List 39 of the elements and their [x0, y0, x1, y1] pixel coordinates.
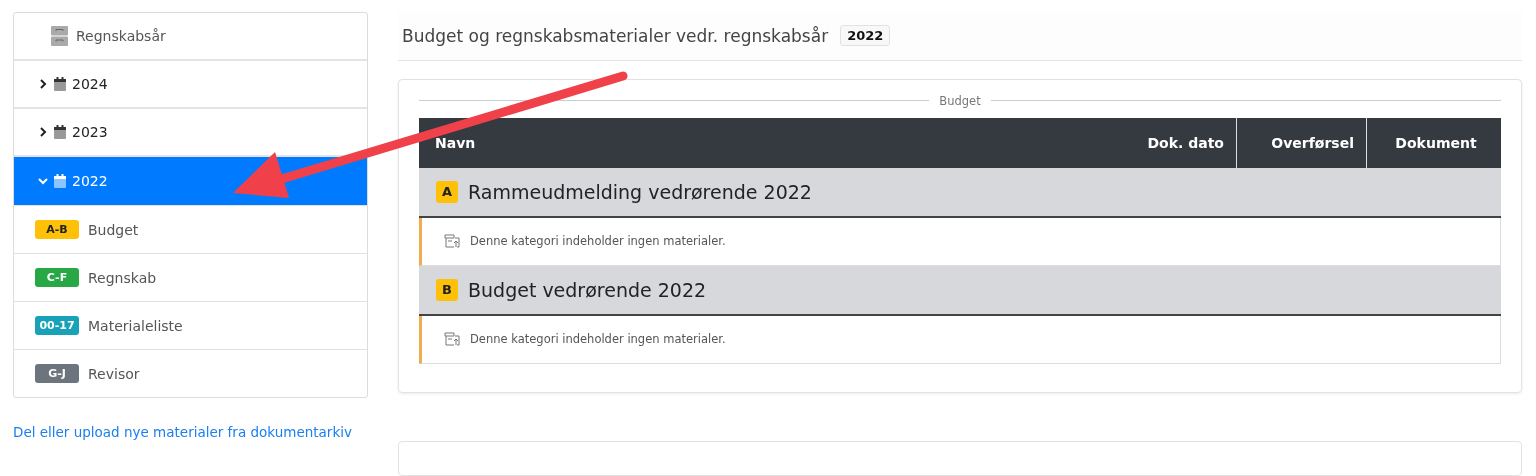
sidebar-title: Regnskabsår	[76, 28, 166, 44]
upload-link[interactable]: Del eller upload nye materialer fra dokumentarkiv	[13, 424, 368, 440]
letter-tag: B	[436, 278, 458, 301]
calendar-icon	[54, 125, 66, 139]
category-label: Revisor	[88, 365, 140, 382]
category-label: Regnskab	[88, 269, 157, 286]
section-legend: Budget	[939, 93, 981, 108]
calendar-icon	[54, 174, 66, 188]
column-header: Dok. dato	[1147, 134, 1224, 151]
category-tag: G-J	[35, 364, 79, 383]
category-title: Budget vedrørende 2022	[468, 278, 707, 301]
category-label: Materialeliste	[88, 317, 183, 334]
chevron-down-icon	[38, 176, 48, 186]
category-tag: A-B	[35, 220, 79, 239]
category-tag: 00-17	[35, 316, 79, 335]
empty-text: Denne kategori indeholder ingen materialer.	[470, 332, 726, 347]
year-label: 2023	[72, 124, 108, 140]
archive-icon	[444, 234, 460, 249]
category-item[interactable]: C-F Regnskab	[14, 253, 367, 301]
cabinet-icon	[51, 26, 68, 46]
category-item[interactable]: A-B Budget	[14, 205, 367, 253]
category-tag: C-F	[35, 268, 79, 287]
letter-tag: A	[436, 180, 458, 203]
column-header: Dokument	[1395, 134, 1477, 151]
year-label: 2024	[72, 76, 108, 92]
category-item[interactable]: G-J Revisor	[14, 349, 367, 397]
category-label: Budget	[88, 221, 139, 238]
page-title: Budget og regnskabsmaterialer vedr. regnskabsår	[402, 25, 829, 46]
year-tag: 2022	[840, 25, 891, 47]
column-header: Navn	[435, 134, 476, 151]
calendar-icon	[54, 77, 66, 91]
archive-icon	[444, 332, 460, 347]
chevron-right-icon	[38, 79, 48, 89]
empty-text: Denne kategori indeholder ingen materialer.	[470, 234, 726, 249]
year-label: 2022	[72, 173, 108, 189]
category-title: Rammeudmelding vedrørende 2022	[468, 180, 812, 203]
category-item[interactable]: 00-17 Materialeliste	[14, 301, 367, 349]
chevron-right-icon	[38, 127, 48, 137]
column-header: Overførsel	[1271, 134, 1354, 151]
